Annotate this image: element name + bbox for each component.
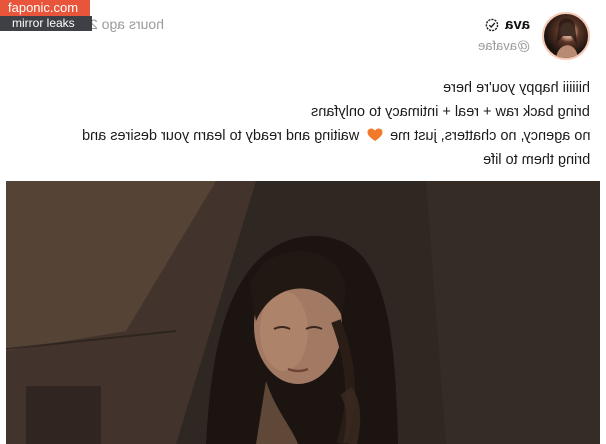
post-line: bring back raw + real + intimacy to only… [311,104,590,120]
user-handle[interactable]: @avafae [478,38,530,53]
post-text: hiiiiii happy you're here bring back raw… [30,76,590,172]
watermark: faponic.com mirror leaks [0,0,92,31]
avatar-image [556,18,578,58]
avatar[interactable] [542,12,590,60]
watermark-site: faponic.com [0,0,90,16]
post-line: no agency, no chatters, just me [389,128,590,144]
post-photo[interactable] [6,181,600,444]
photo-subject [206,235,398,444]
display-name[interactable]: ava [505,16,530,33]
name-row: ava [485,16,530,33]
post-timestamp[interactable]: 2 hours ago [90,16,164,32]
post-line: hiiiiii happy you're here [442,80,590,96]
watermark-tag: mirror leaks [0,16,92,31]
verified-badge-icon [485,18,499,32]
orange-heart-icon [367,126,383,141]
post-line: waiting and ready to learn your desires … [82,128,360,144]
post-line: bring them to life [482,152,590,168]
